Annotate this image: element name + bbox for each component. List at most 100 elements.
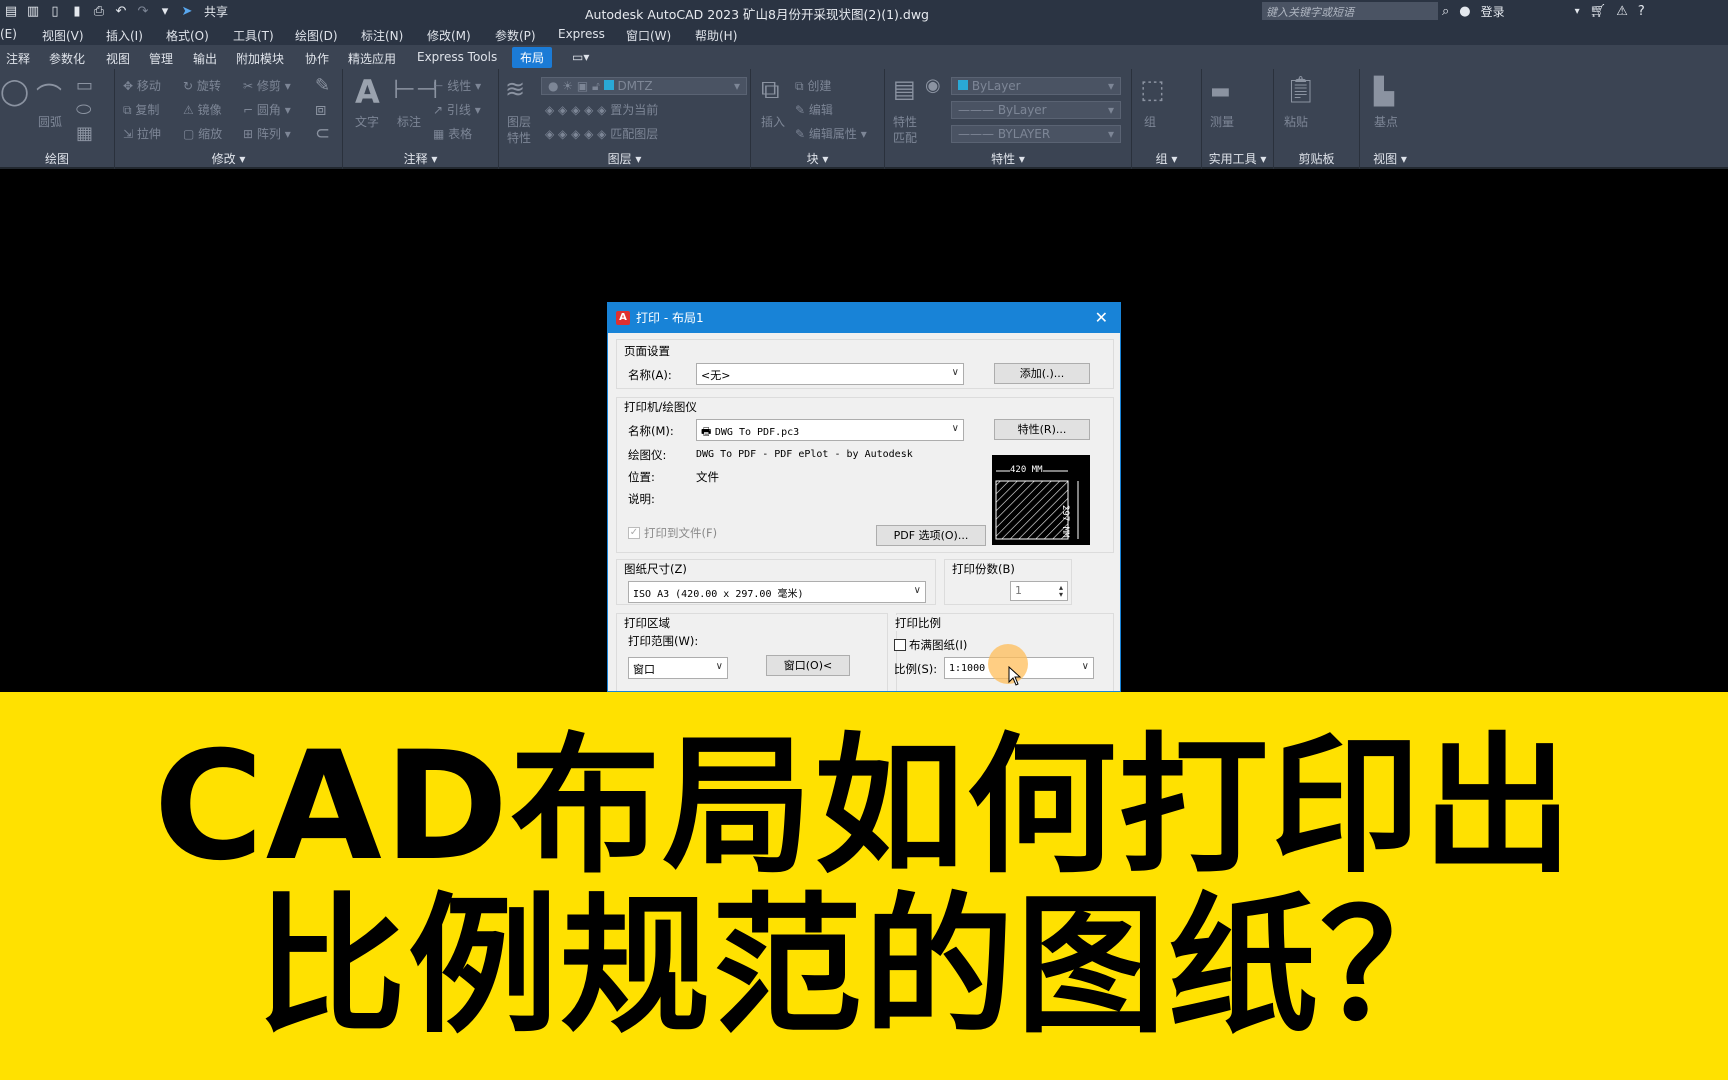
panel-draw-title[interactable]: 绘图 bbox=[0, 150, 114, 167]
menu-item[interactable]: 修改(M) bbox=[427, 27, 471, 44]
color-dropdown[interactable]: ByLayer ▾ bbox=[951, 77, 1121, 95]
ribbon-tab[interactable]: 协作 bbox=[305, 50, 329, 67]
plotter-label: 绘图仪: bbox=[628, 448, 667, 462]
save-icon[interactable]: ▤ bbox=[2, 3, 20, 21]
menu-item[interactable]: 窗口(W) bbox=[626, 27, 671, 44]
preview-height-label: 297 MM bbox=[1060, 505, 1070, 538]
menu-item[interactable]: 帮助(H) bbox=[695, 27, 737, 44]
ribbon-tab[interactable]: 输出 bbox=[193, 50, 217, 67]
page-setup-name-combo[interactable]: <无> ∨ bbox=[696, 363, 964, 385]
panel-annotation-title[interactable]: 注释 ▾ bbox=[343, 150, 498, 167]
printer-properties-button[interactable]: 特性(R)... bbox=[994, 419, 1090, 440]
panel-modify-title[interactable]: 修改 ▾ bbox=[115, 150, 342, 167]
new-icon[interactable]: ▯ bbox=[46, 3, 64, 21]
open-icon[interactable]: ▮ bbox=[68, 3, 86, 21]
ribbon-tab[interactable]: 注释 bbox=[6, 50, 30, 67]
text-icon[interactable]: A bbox=[355, 73, 380, 111]
window-select-button[interactable]: 窗口(O)< bbox=[766, 655, 850, 676]
menu-item[interactable]: Express bbox=[558, 27, 605, 41]
layer-properties-icon[interactable]: ≋ bbox=[505, 75, 525, 103]
customize-dropdown-icon[interactable]: ▾ bbox=[156, 3, 174, 21]
menu-item[interactable]: 标注(N) bbox=[361, 27, 403, 44]
where-value: 文件 bbox=[696, 470, 719, 484]
insert-block-icon[interactable]: ⧉ bbox=[761, 75, 780, 106]
circle-icon[interactable]: ◯ bbox=[0, 77, 29, 107]
help-icon[interactable]: ? bbox=[1638, 4, 1645, 19]
printer-name-combo[interactable]: 🖶︎ DWG To PDF.pc3 ∨ bbox=[696, 419, 964, 441]
panel-annotation: A 文字 ⊢⊣ 标注 ⊢ 线性 ▾ ↗ 引线 ▾ ▦ 表格 注释 ▾ bbox=[343, 69, 499, 169]
printer-name-label: 名称(M): bbox=[628, 424, 674, 438]
panel-view: ▙ 基点 视图 ▾ bbox=[1360, 69, 1420, 169]
hatch-icon[interactable]: ▦ bbox=[76, 123, 93, 144]
share-icon[interactable]: ➤ bbox=[178, 3, 196, 21]
menu-item[interactable]: (E) bbox=[0, 27, 17, 41]
print-to-file-checkbox[interactable]: ✓ bbox=[628, 527, 640, 539]
menu-item[interactable]: 插入(I) bbox=[106, 27, 143, 44]
panel-block-title[interactable]: 块 ▾ bbox=[751, 150, 884, 167]
undo-icon[interactable]: ↶ bbox=[112, 3, 130, 21]
panel-groups-title[interactable]: 组 ▾ bbox=[1132, 150, 1201, 167]
chevron-down-icon[interactable]: ▾ bbox=[1575, 6, 1580, 17]
menu-item[interactable]: 格式(O) bbox=[166, 27, 209, 44]
search-input[interactable]: 键入关键字或短语 bbox=[1262, 2, 1438, 20]
dialog-title-bar[interactable]: A 打印 - 布局1 ✕ bbox=[608, 303, 1120, 333]
user-icon[interactable]: ● bbox=[1459, 4, 1470, 19]
rectangle-icon[interactable]: ▭ bbox=[76, 75, 93, 96]
panel-utilities-title[interactable]: 实用工具 ▾ bbox=[1202, 150, 1273, 167]
close-icon[interactable]: ✕ bbox=[1095, 308, 1108, 327]
menu-item[interactable]: 绘图(D) bbox=[295, 27, 338, 44]
plot-range-combo[interactable]: 窗口 ∨ bbox=[628, 657, 728, 679]
search-icon[interactable]: ⌕ bbox=[1442, 4, 1449, 19]
menu-item[interactable]: 工具(T) bbox=[233, 27, 274, 44]
base-point-icon[interactable]: ▙ bbox=[1374, 77, 1394, 107]
panel-layers-title[interactable]: 图层 ▾ bbox=[499, 150, 750, 167]
ellipse-icon[interactable]: ⬭ bbox=[76, 99, 91, 120]
fit-to-paper-label: 布满图纸(I) bbox=[909, 638, 968, 652]
workspace-switch-icon[interactable]: ▭▾ bbox=[572, 50, 589, 64]
ribbon-tab[interactable]: 管理 bbox=[149, 50, 173, 67]
printer-icon: 🖶︎ bbox=[701, 425, 712, 438]
offset-icon[interactable]: ⧈ bbox=[315, 99, 326, 120]
dimension-icon[interactable]: ⊢⊣ bbox=[393, 75, 438, 105]
panel-view-title[interactable]: 视图 ▾ bbox=[1360, 150, 1420, 167]
ribbon-tab[interactable]: 视图 bbox=[106, 50, 130, 67]
fit-to-paper-checkbox[interactable] bbox=[894, 639, 906, 651]
ribbon-tab[interactable]: 参数化 bbox=[49, 50, 85, 67]
ribbon-tab[interactable]: 精选应用 bbox=[348, 50, 396, 67]
panel-clipboard-title[interactable]: 剪贴板 bbox=[1274, 150, 1359, 167]
print-icon[interactable]: ⎙ bbox=[90, 3, 108, 21]
linetype-dropdown[interactable]: ——— ByLayer ▾ bbox=[951, 101, 1121, 119]
layer-dropdown[interactable]: ● ☀ ▣ 🔓︎ DMTZ ▾ bbox=[541, 77, 747, 95]
arc-icon[interactable]: ⌒ bbox=[36, 77, 62, 114]
redo-icon[interactable]: ↷ bbox=[134, 3, 152, 21]
save-as-icon[interactable]: ▥ bbox=[24, 3, 42, 21]
paste-icon[interactable]: 📋︎ bbox=[1284, 75, 1317, 105]
pdf-options-button[interactable]: PDF 选项(O)... bbox=[876, 525, 986, 546]
quick-access-toolbar: ▤ ▥ ▯ ▮ ⎙ ↶ ↷ ▾ ➤ 共享 bbox=[0, 3, 228, 21]
explode-icon[interactable]: ⊂ bbox=[315, 123, 330, 144]
login-label[interactable]: 登录 bbox=[1481, 3, 1505, 20]
color-wheel-icon[interactable]: ◉ bbox=[925, 75, 941, 96]
menu-item[interactable]: 视图(V) bbox=[42, 27, 84, 44]
cart-icon[interactable]: 🛒︎ bbox=[1590, 4, 1607, 19]
measure-icon[interactable]: ▬ bbox=[1210, 79, 1231, 104]
panel-properties-title[interactable]: 特性 ▾ bbox=[885, 150, 1131, 167]
lineweight-dropdown[interactable]: ——— BYLAYER ▾ bbox=[951, 125, 1121, 143]
erase-icon[interactable]: ✎ bbox=[315, 75, 330, 96]
page-setup-name-label: 名称(A): bbox=[628, 368, 672, 382]
menu-item[interactable]: 参数(P) bbox=[495, 27, 536, 44]
print-to-file-label: 打印到文件(F) bbox=[644, 526, 718, 540]
group-icon[interactable]: ⬚ bbox=[1140, 75, 1165, 105]
description-label: 说明: bbox=[628, 492, 655, 506]
preview-width-label: 420 MM bbox=[1010, 465, 1043, 475]
ribbon-tab[interactable]: 布局 bbox=[512, 47, 553, 68]
ribbon-tab[interactable]: 附加模块 bbox=[236, 50, 284, 67]
match-properties-icon[interactable]: ▤ bbox=[893, 75, 916, 103]
copies-spinner[interactable]: 1 ▴ ▾ bbox=[1010, 581, 1068, 601]
share-label[interactable]: 共享 bbox=[204, 3, 228, 20]
ribbon-tab[interactable]: Express Tools bbox=[417, 50, 497, 64]
autodesk-icon[interactable]: ⚠︎ bbox=[1616, 4, 1628, 19]
paper-size-combo[interactable]: ISO A3 (420.00 x 297.00 毫米) ∨ bbox=[628, 581, 926, 603]
title-bar: ▤ ▥ ▯ ▮ ⎙ ↶ ↷ ▾ ➤ 共享 Autodesk AutoCAD 20… bbox=[0, 0, 1728, 23]
add-page-setup-button[interactable]: 添加(.)... bbox=[994, 363, 1090, 384]
